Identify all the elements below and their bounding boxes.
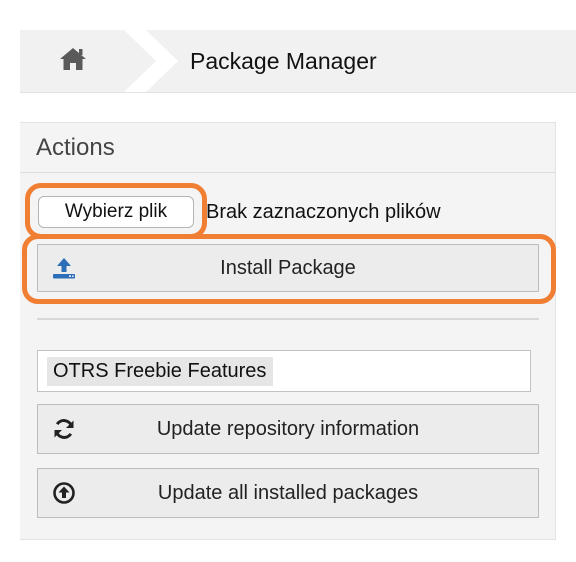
breadcrumb-home[interactable]	[20, 30, 126, 92]
update-all-packages-label: Update all installed packages	[157, 481, 419, 504]
update-repository-button[interactable]: Update repository information	[37, 404, 539, 454]
update-all-packages-button[interactable]: Update all installed packages	[37, 468, 539, 518]
actions-header: Actions	[20, 123, 555, 173]
refresh-icon	[52, 417, 76, 441]
file-status-text: Brak zaznaczonych plików	[206, 200, 441, 223]
repository-select[interactable]: OTRS Freebie Features	[37, 350, 531, 392]
breadcrumb: Package Manager	[20, 30, 576, 93]
install-package-button[interactable]: Install Package	[37, 244, 539, 292]
upload-icon	[52, 256, 76, 280]
page-title: Package Manager	[190, 47, 377, 74]
update-repository-label: Update repository information	[156, 417, 420, 440]
circle-arrow-up-icon	[52, 481, 76, 505]
home-icon	[59, 46, 87, 77]
choose-file-button[interactable]: Wybierz plik	[38, 196, 194, 228]
breadcrumb-separator	[124, 30, 178, 92]
install-package-label: Install Package	[220, 256, 356, 279]
repository-select-value: OTRS Freebie Features	[47, 356, 274, 386]
divider	[37, 318, 539, 320]
